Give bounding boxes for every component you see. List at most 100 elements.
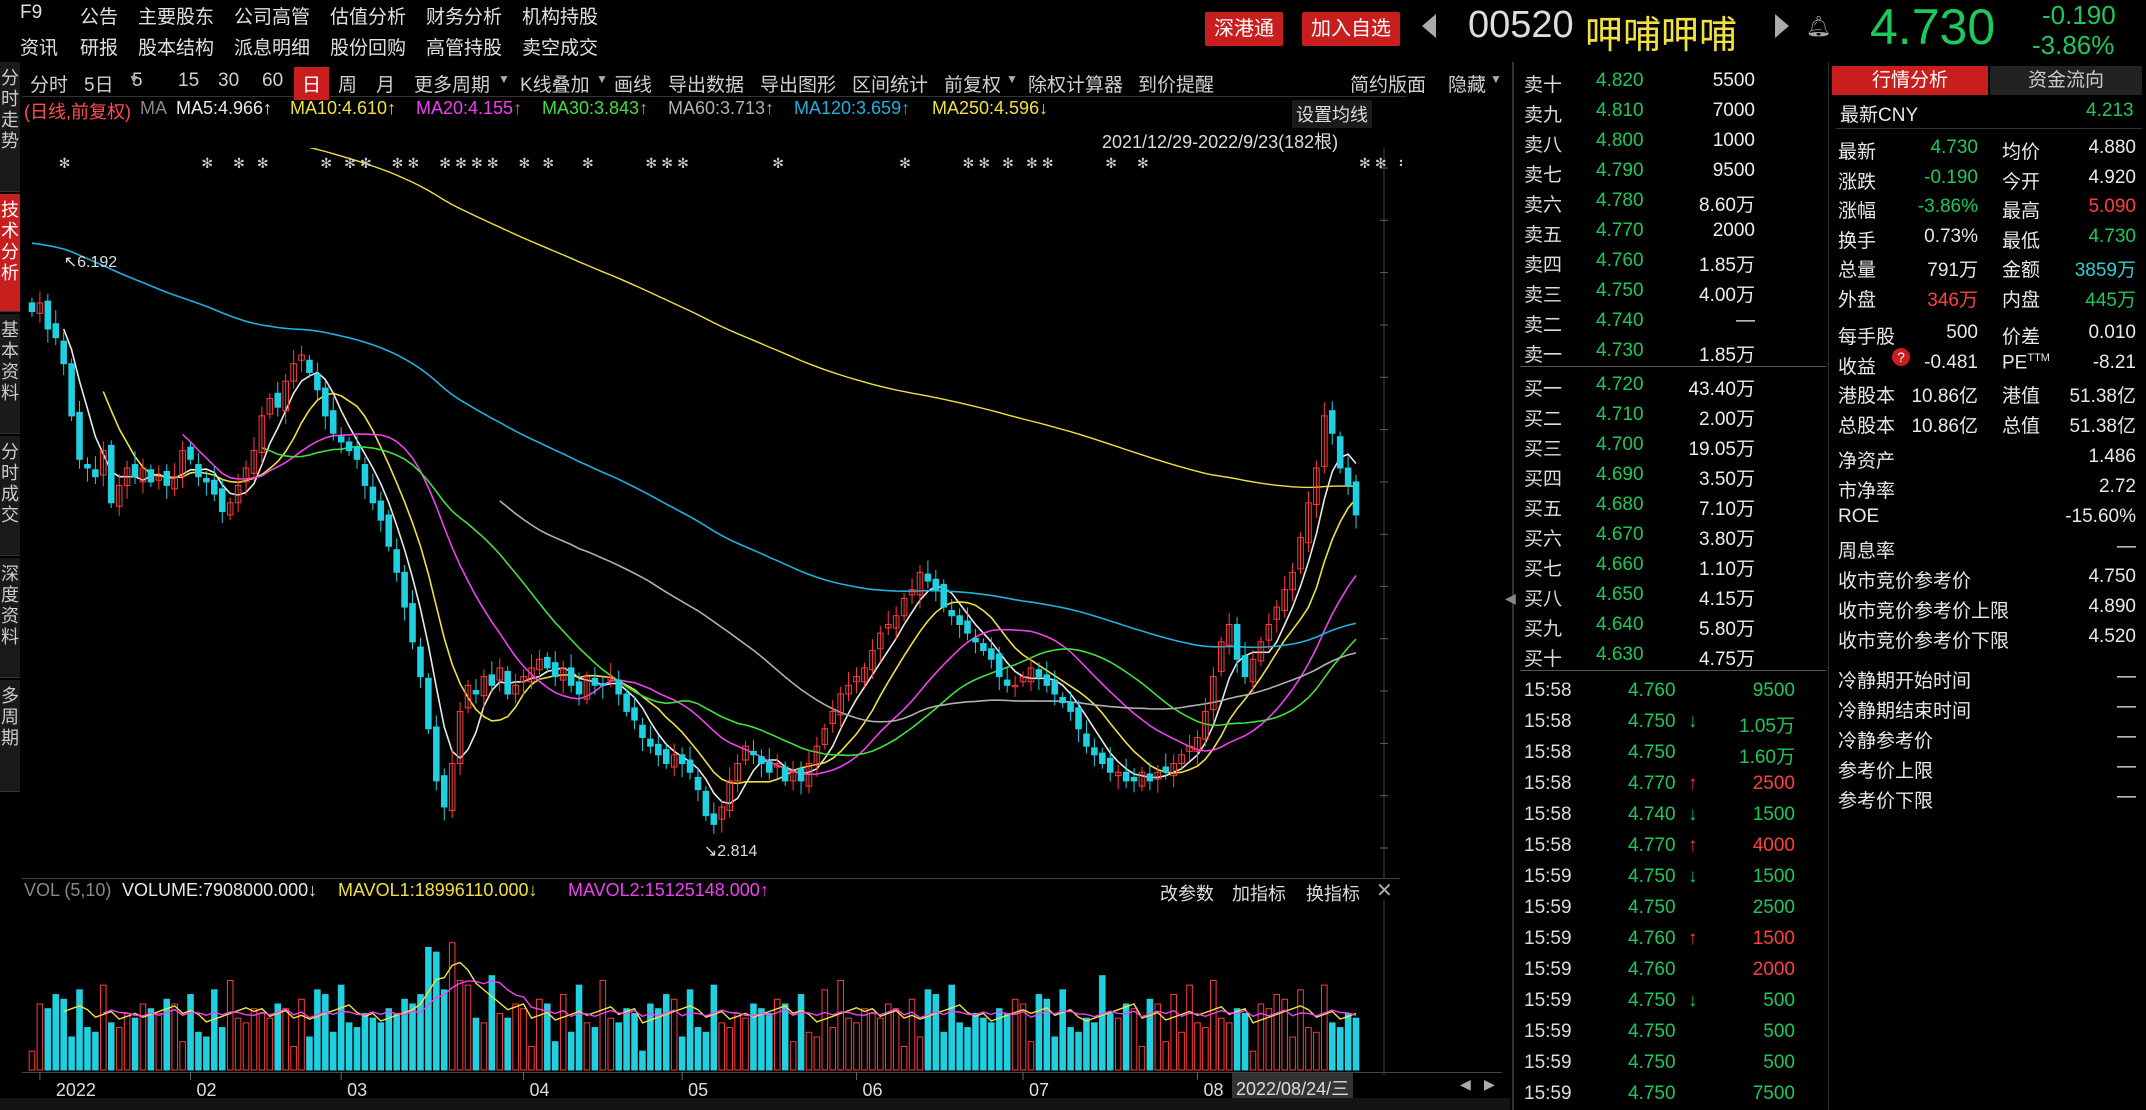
orderbook-row[interactable]: 买九 4.640 5.80万	[1520, 610, 1827, 640]
bottom-tabs-bar[interactable]	[0, 1098, 1510, 1110]
menu-institutional[interactable]: 机构持股	[522, 2, 598, 29]
event-marker[interactable]: ✻	[257, 156, 269, 172]
sidetab-trades[interactable]: 分时成交	[0, 436, 20, 556]
orderbook-row[interactable]: 买五 4.680 7.10万	[1520, 490, 1827, 520]
orderbook-row[interactable]: 卖四 4.760 1.85万	[1520, 246, 1827, 276]
orderbook-row[interactable]: 买四 4.690 3.50万	[1520, 460, 1827, 490]
event-marker[interactable]: ✻	[320, 156, 332, 172]
dropdown-periods-icon[interactable]: ▼	[498, 72, 510, 86]
orderbook-row[interactable]: 卖八 4.800 1000	[1520, 126, 1827, 156]
event-marker[interactable]: ✻	[471, 156, 483, 172]
event-marker[interactable]: ✻	[645, 156, 657, 172]
price-chart[interactable]: 6.7266.4256.1245.8235.5225.2214.9204.619…	[22, 148, 1402, 878]
event-marker[interactable]: ✻	[1399, 156, 1402, 172]
tb-kline-overlay[interactable]: K线叠加	[520, 70, 590, 97]
orderbook-row[interactable]: 买一 4.720 43.40万	[1520, 370, 1827, 400]
event-marker[interactable]: ✻	[1359, 156, 1371, 172]
menu-dividends[interactable]: 派息明细	[234, 33, 310, 60]
event-marker[interactable]: ✻	[1026, 156, 1038, 172]
tb-weekly[interactable]: 周	[338, 70, 357, 97]
menu-major-holders[interactable]: 主要股东	[138, 2, 214, 29]
tb-30min[interactable]: 30	[218, 70, 239, 92]
orderbook-row[interactable]: 买三 4.700 19.05万	[1520, 430, 1827, 460]
menu-valuation[interactable]: 估值分析	[330, 2, 406, 29]
menu-executives[interactable]: 公司高管	[234, 2, 310, 29]
menu-share-structure[interactable]: 股本结构	[138, 33, 214, 60]
orderbook-row[interactable]: 卖三 4.750 4.00万	[1520, 276, 1827, 306]
ma-settings-button[interactable]: 设置均线	[1292, 100, 1372, 128]
sidetab-basic-info[interactable]: 基本资料	[0, 314, 20, 434]
orderbook-row[interactable]: 买六 4.670 3.80万	[1520, 520, 1827, 550]
event-marker[interactable]: ✻	[59, 156, 71, 172]
sidetab-technical[interactable]: 技术分析	[0, 194, 20, 312]
menu-buyback[interactable]: 股份回购	[330, 33, 406, 60]
orderbook-row[interactable]: 卖一 4.730 1.85万	[1520, 336, 1827, 366]
event-marker[interactable]: ✻	[963, 156, 975, 172]
next-stock-icon[interactable]	[1775, 14, 1789, 38]
add-to-watchlist-button[interactable]: 加入自选	[1302, 12, 1400, 46]
orderbook-row[interactable]: 卖九 4.810 7000	[1520, 96, 1827, 126]
orderbook-row[interactable]: 买七 4.660 1.10万	[1520, 550, 1827, 580]
tb-export-image[interactable]: 导出图形	[760, 70, 836, 97]
event-marker[interactable]: ✻	[487, 156, 499, 172]
panel-divider[interactable]	[1512, 62, 1514, 1110]
tb-draw[interactable]: 画线	[614, 70, 652, 97]
orderbook-row[interactable]: 买八 4.650 4.15万	[1520, 580, 1827, 610]
tb-simple-layout[interactable]: 简约版面	[1350, 70, 1426, 97]
event-marker[interactable]: ✻	[233, 156, 245, 172]
tab-market-analysis[interactable]: 行情分析	[1832, 66, 1988, 95]
help-icon[interactable]: ?	[1892, 348, 1910, 366]
scroll-right-icon[interactable]: ▶	[1484, 1076, 1495, 1093]
event-marker[interactable]: ✻	[1002, 156, 1014, 172]
orderbook-row[interactable]: 买十 4.630 4.75万	[1520, 640, 1827, 670]
tb-15min[interactable]: 15	[178, 70, 199, 92]
orderbook-row[interactable]: 买二 4.710 2.00万	[1520, 400, 1827, 430]
prev-stock-icon[interactable]	[1422, 14, 1436, 38]
orderbook-row[interactable]: 卖五 4.770 2000	[1520, 216, 1827, 246]
event-marker[interactable]: ✻	[899, 156, 911, 172]
menu-short-selling[interactable]: 卖空成交	[522, 33, 598, 60]
event-marker[interactable]: ✻	[201, 156, 213, 172]
event-marker[interactable]: ✻	[1375, 156, 1387, 172]
orderbook-row[interactable]: 卖十 4.820 5500	[1520, 66, 1827, 96]
event-marker[interactable]: ✻	[1137, 156, 1149, 172]
dropdown-adjust-icon[interactable]: ▼	[1006, 72, 1018, 86]
event-marker[interactable]: ✻	[408, 156, 420, 172]
tb-export-data[interactable]: 导出数据	[668, 70, 744, 97]
tb-intraday[interactable]: 分时	[30, 70, 68, 97]
event-marker[interactable]: ✻	[677, 156, 689, 172]
menu-exec-holdings[interactable]: 高管持股	[426, 33, 502, 60]
orderbook-row[interactable]: 卖七 4.790 9500	[1520, 156, 1827, 186]
tb-forward-adjust[interactable]: 前复权	[944, 70, 1001, 97]
tb-range-stats[interactable]: 区间统计	[852, 70, 928, 97]
dropdown-hide-icon[interactable]: ▼	[1490, 72, 1502, 86]
collapse-panel-icon[interactable]: ◀	[1505, 590, 1516, 607]
sidetab-intraday[interactable]: 分时走势	[0, 62, 20, 192]
tb-more-periods[interactable]: 更多周期	[414, 70, 490, 97]
dropdown-overlay-icon[interactable]: ▼	[596, 72, 608, 86]
tb-60min[interactable]: 60	[262, 70, 283, 92]
event-marker[interactable]: ✻	[519, 156, 531, 172]
orderbook-row[interactable]: 卖六 4.780 8.60万	[1520, 186, 1827, 216]
event-marker[interactable]: ✻	[772, 156, 784, 172]
sidetab-deep-info[interactable]: 深度资料	[0, 558, 20, 678]
orderbook-row[interactable]: 卖二 4.740 —	[1520, 306, 1827, 336]
shenzhen-hk-connect-button[interactable]: 深港通	[1205, 12, 1283, 46]
alert-bell-icon[interactable]: 🔔︎	[1806, 14, 1831, 39]
event-marker[interactable]: ✻	[439, 156, 451, 172]
tb-hide[interactable]: 隐藏	[1448, 70, 1486, 97]
sidetab-multi-period[interactable]: 多周期	[0, 680, 20, 792]
menu-research[interactable]: 研报	[80, 33, 118, 60]
event-marker[interactable]: ✻	[978, 156, 990, 172]
dropdown-5day-icon[interactable]: ▼	[128, 72, 140, 86]
event-marker[interactable]: ✻	[344, 156, 356, 172]
event-marker[interactable]: ✻	[360, 156, 372, 172]
event-marker[interactable]: ✻	[392, 156, 404, 172]
menu-news[interactable]: 资讯	[20, 33, 58, 60]
tb-daily[interactable]: 日	[294, 67, 330, 100]
menu-financial[interactable]: 财务分析	[426, 2, 502, 29]
tab-fund-flow[interactable]: 资金流向	[1990, 66, 2142, 95]
event-marker[interactable]: ✻	[455, 156, 467, 172]
menu-f9[interactable]: F9	[20, 2, 42, 24]
tb-5day[interactable]: 5日	[84, 70, 114, 97]
